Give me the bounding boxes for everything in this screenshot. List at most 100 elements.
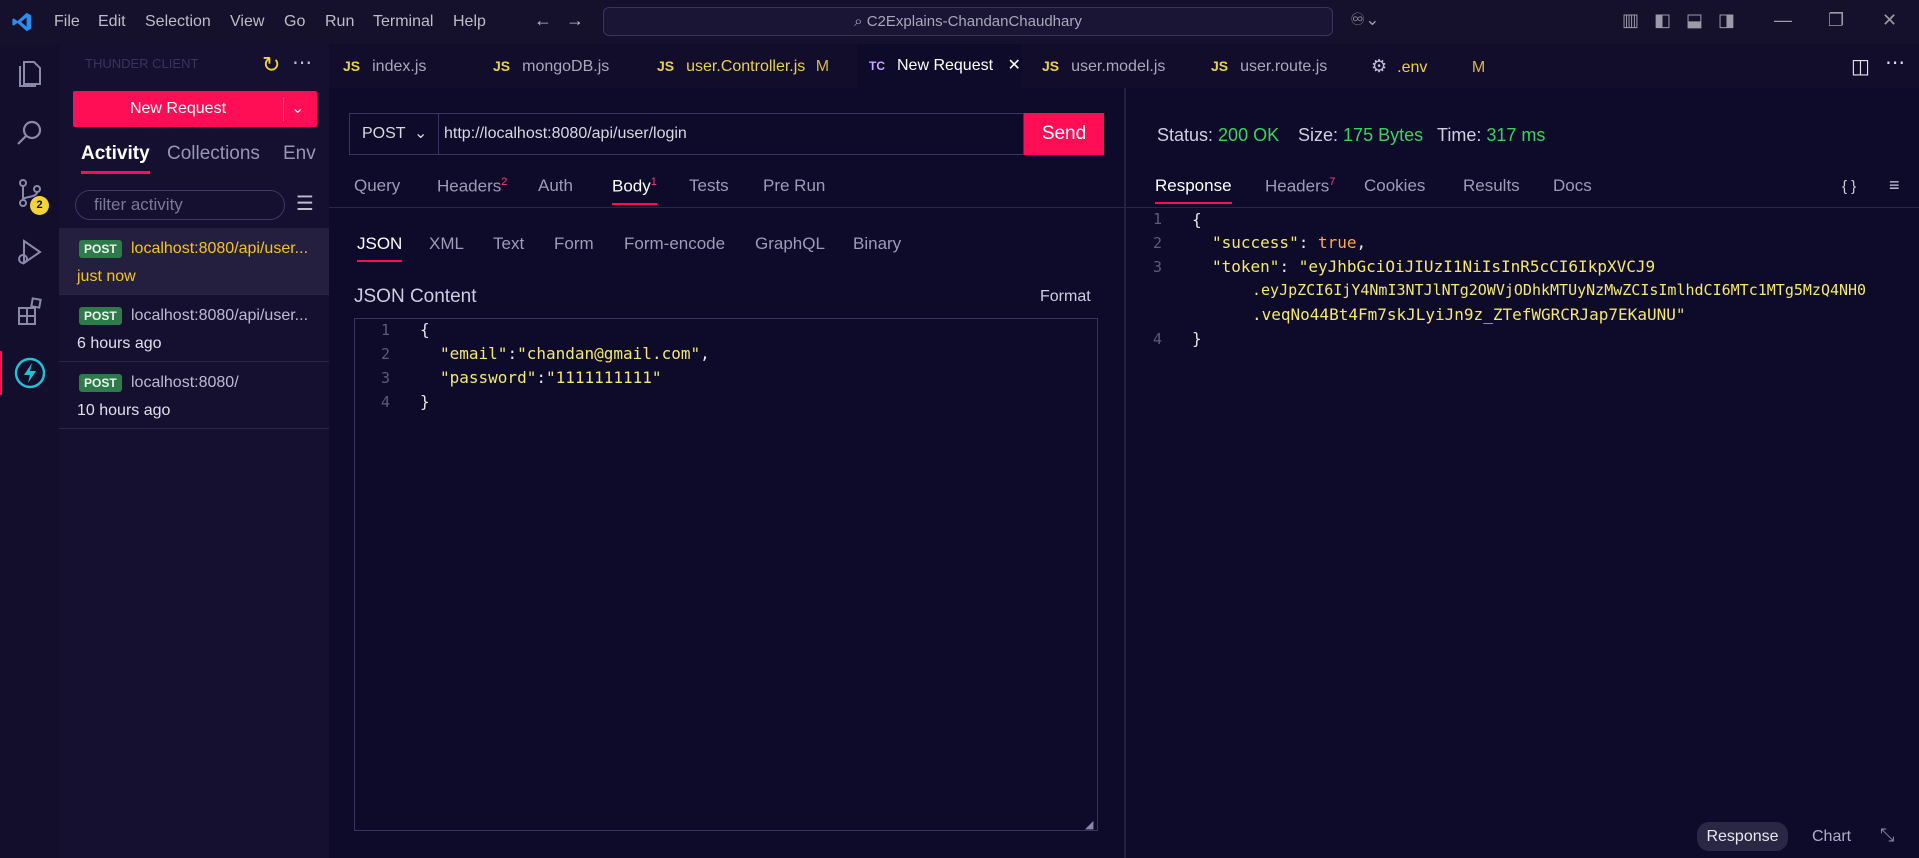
search-icon: ⌕ xyxy=(854,13,867,30)
code-line: "email":"chandan@gmail.com", xyxy=(440,344,710,363)
method-select[interactable]: POST ⌄ xyxy=(349,113,439,155)
menu-help[interactable]: Help xyxy=(453,13,486,31)
tab-pre-run[interactable]: Pre Run xyxy=(763,176,825,196)
menu-go[interactable]: Go xyxy=(284,13,305,31)
tab-body[interactable]: Body1 xyxy=(612,176,657,205)
close-icon[interactable]: ✕ xyxy=(1008,57,1021,74)
body-tab-xml[interactable]: XML xyxy=(429,234,464,254)
thunder-client-icon[interactable] xyxy=(14,357,46,389)
body-tab-text[interactable]: Text xyxy=(493,234,524,254)
tab-index-js[interactable]: JS index.js xyxy=(343,44,481,88)
body-tab-json[interactable]: JSON xyxy=(357,234,403,262)
tab-label: user.model.js xyxy=(1071,58,1166,75)
split-editor-icon[interactable]: ◫ xyxy=(1851,54,1870,79)
toggle-secondary-sidebar-icon[interactable]: ◨ xyxy=(1718,10,1735,31)
tab-collections[interactable]: Collections xyxy=(167,143,260,165)
tab-new-request[interactable]: TC New Request ✕ xyxy=(857,44,1022,88)
menu-terminal[interactable]: Terminal xyxy=(373,13,433,31)
code-line: "password":"1111111111" xyxy=(440,368,662,387)
activity-item[interactable]: POST localhost:8080/api/user... 6 hours … xyxy=(59,295,329,362)
response-view-toggle[interactable]: Response xyxy=(1697,822,1788,851)
menu-file[interactable]: File xyxy=(54,13,80,31)
activity-item[interactable]: POST localhost:8080/api/user... just now xyxy=(59,228,329,295)
filter-activity-input[interactable]: filter activity xyxy=(75,190,285,220)
modified-flag: M xyxy=(815,58,830,75)
menu-view[interactable]: View xyxy=(230,13,264,31)
activity-item[interactable]: POST localhost:8080/ 10 hours ago xyxy=(59,362,329,429)
format-button[interactable]: Format xyxy=(1040,288,1091,306)
res-tab-headers[interactable]: Headers7 xyxy=(1265,176,1335,197)
resize-handle-icon[interactable]: ◢ xyxy=(1085,818,1093,831)
search-label: C2Explains-ChandanChaudhary xyxy=(866,13,1082,30)
activity-bar: 2 xyxy=(0,44,59,858)
tab-activity[interactable]: Activity xyxy=(81,143,150,174)
tab-mongodb-js[interactable]: JS mongoDB.js xyxy=(493,44,643,88)
command-center-search[interactable]: ⌕ C2Explains-ChandanChaudhary xyxy=(603,7,1333,36)
url-input[interactable]: http://localhost:8080/api/user/login xyxy=(438,113,1024,155)
close-window-icon[interactable]: ✕ xyxy=(1882,10,1897,31)
size-text: Size: 175 Bytes xyxy=(1298,125,1424,145)
code-line: } xyxy=(420,392,430,411)
tab-user-controller-js[interactable]: JS user.Controller.js M xyxy=(657,44,857,88)
activity-time: just now xyxy=(77,268,136,285)
line-number: 2 xyxy=(381,345,391,363)
json-body-editor[interactable] xyxy=(354,318,1098,831)
more-icon[interactable]: ⋯ xyxy=(292,50,312,75)
menu-selection[interactable]: Selection xyxy=(145,13,211,31)
back-arrow-icon[interactable]: ← xyxy=(534,10,552,31)
method-value: POST xyxy=(362,125,406,142)
menu-edit[interactable]: Edit xyxy=(98,13,126,31)
panel-divider[interactable] xyxy=(1124,88,1126,858)
vscode-logo-icon xyxy=(12,12,32,32)
tab-user-model-js[interactable]: JS user.model.js xyxy=(1042,44,1192,88)
more-actions-icon[interactable]: ⋯ xyxy=(1885,50,1905,75)
sidebar-title: THUNDER CLIENT xyxy=(85,56,199,71)
expand-icon[interactable]: ⤡ xyxy=(1880,825,1894,846)
body-tab-binary[interactable]: Binary xyxy=(853,234,901,254)
json-content-label: JSON Content xyxy=(354,286,477,307)
res-tab-docs[interactable]: Docs xyxy=(1553,176,1592,196)
copilot-icon[interactable]: ♾⌄ xyxy=(1350,10,1379,30)
files-icon[interactable] xyxy=(14,58,46,90)
code-line: "token": "eyJhbGciOiJIUzI1NiIsInR5cCI6Ik… xyxy=(1212,257,1656,276)
body-tab-graphql[interactable]: GraphQL xyxy=(755,234,825,254)
new-request-label: New Request xyxy=(129,100,227,117)
layout-icon[interactable]: ▥ xyxy=(1622,10,1639,31)
tab-env[interactable]: Env xyxy=(283,143,316,165)
active-indicator xyxy=(0,351,2,395)
tab-user-route-js[interactable]: JS user.route.js xyxy=(1211,44,1356,88)
menu-run[interactable]: Run xyxy=(325,13,354,31)
tab-headers[interactable]: Headers2 xyxy=(437,176,507,197)
tab-label: user.route.js xyxy=(1240,58,1328,75)
tab-label: user.Controller.js xyxy=(686,58,806,75)
run-debug-icon[interactable] xyxy=(14,236,46,268)
toggle-panel-icon[interactable]: ⬓ xyxy=(1686,10,1703,31)
chevron-down-icon[interactable]: ⌄ xyxy=(291,98,304,118)
res-tab-results[interactable]: Results xyxy=(1463,176,1520,196)
line-number: 4 xyxy=(1153,330,1163,348)
tab-tests[interactable]: Tests xyxy=(689,176,729,196)
res-tab-cookies[interactable]: Cookies xyxy=(1364,176,1425,196)
restore-icon[interactable]: ❐ xyxy=(1828,10,1844,31)
tab-label: index.js xyxy=(372,58,427,75)
wrap-lines-icon[interactable]: ≡ xyxy=(1889,175,1900,196)
extensions-icon[interactable] xyxy=(14,295,46,327)
body-tab-form-encode[interactable]: Form-encode xyxy=(624,234,725,254)
res-tab-response[interactable]: Response xyxy=(1155,176,1232,204)
send-button[interactable]: Send xyxy=(1024,113,1104,155)
minimize-icon[interactable]: — xyxy=(1774,10,1792,31)
toggle-sidebar-icon[interactable]: ◧ xyxy=(1654,10,1671,31)
line-number: 4 xyxy=(381,393,391,411)
code-line: .eyJpZCI6IjY4NmI3NTJlNTg2OWVjODhkMTUyNzM… xyxy=(1252,281,1867,299)
forward-arrow-icon[interactable]: → xyxy=(566,10,584,31)
search-icon[interactable] xyxy=(14,117,46,149)
tab-auth[interactable]: Auth xyxy=(538,176,573,196)
new-request-button[interactable]: New Request ⌄ xyxy=(73,91,317,127)
refresh-icon[interactable]: ↻ xyxy=(262,52,280,78)
menu-lines-icon[interactable]: ☰ xyxy=(296,191,314,216)
chart-view-toggle[interactable]: Chart xyxy=(1812,828,1851,846)
braces-icon[interactable]: { } xyxy=(1842,178,1856,195)
tab-env[interactable]: ⚙ .env M xyxy=(1371,44,1511,88)
tab-query[interactable]: Query xyxy=(354,176,400,196)
body-tab-form[interactable]: Form xyxy=(554,234,594,254)
